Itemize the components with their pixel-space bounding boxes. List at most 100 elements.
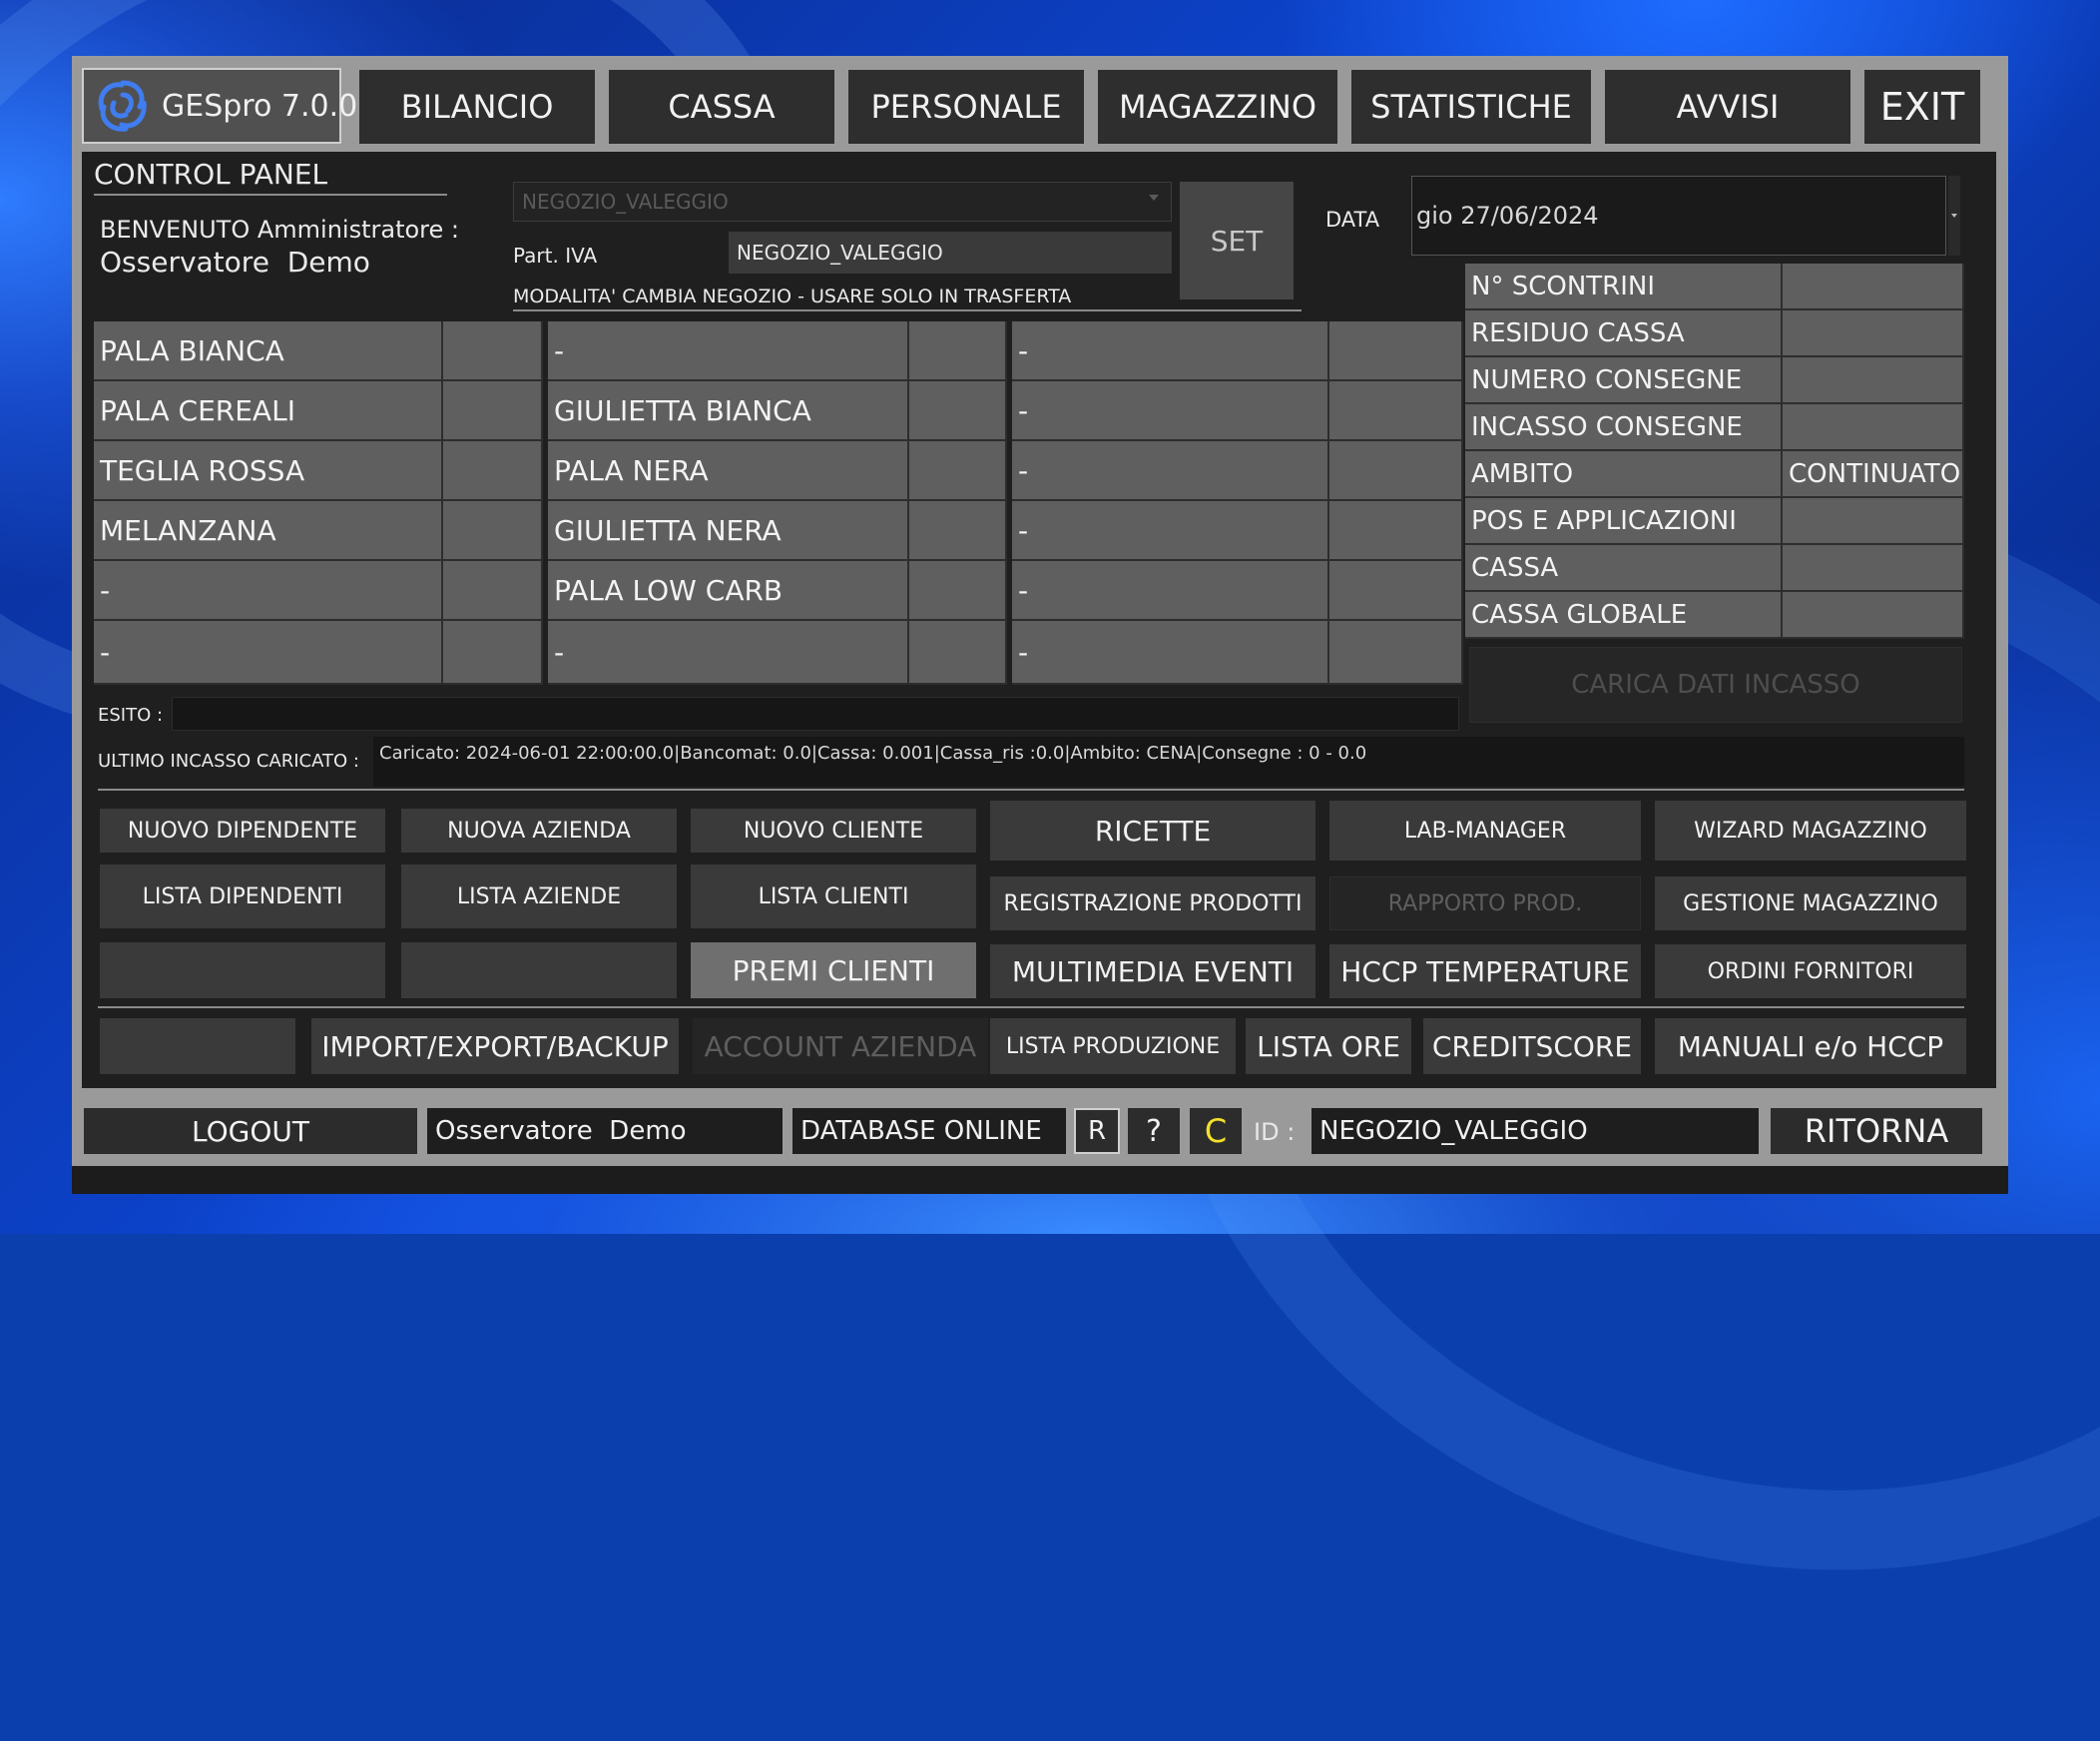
nav-cassa[interactable]: CASSA (609, 70, 834, 144)
ordini-fornitori-button[interactable]: ORDINI FORNITORI (1655, 944, 1966, 998)
empty-button-3[interactable] (100, 1018, 295, 1074)
hccp-temperature-button[interactable]: HCCP TEMPERATURE (1329, 944, 1641, 998)
product-cell[interactable]: - (1012, 561, 1329, 621)
product-qty[interactable] (1329, 441, 1463, 501)
product-qty[interactable] (909, 381, 1007, 441)
stat-label: AMBITO (1465, 451, 1783, 498)
nuovo-dipendente-button[interactable]: NUOVO DIPENDENTE (100, 809, 385, 853)
product-qty[interactable] (909, 621, 1007, 685)
product-cell[interactable]: TEGLIA ROSSA (94, 441, 443, 501)
import-export-backup-button[interactable]: IMPORT/EXPORT/BACKUP (311, 1018, 679, 1074)
database-status-text: DATABASE ONLINE (800, 1116, 1042, 1146)
lista-ore-button[interactable]: LISTA ORE (1246, 1018, 1411, 1074)
stat-label: CASSA GLOBALE (1465, 592, 1783, 639)
logout-button[interactable]: LOGOUT (84, 1108, 417, 1154)
product-qty[interactable] (443, 561, 543, 621)
product-qty[interactable] (443, 441, 543, 501)
store-select[interactable]: NEGOZIO_VALEGGIO (513, 182, 1172, 222)
divider (98, 789, 1964, 791)
database-status: DATABASE ONLINE (792, 1108, 1066, 1154)
lista-aziende-button[interactable]: LISTA AZIENDE (401, 865, 677, 928)
lab-manager-button[interactable]: LAB-MANAGER (1329, 801, 1641, 861)
set-button[interactable]: SET (1180, 182, 1294, 299)
date-picker[interactable]: gio 27/06/2024 (1411, 176, 1946, 256)
lista-clienti-button[interactable]: LISTA CLIENTI (691, 865, 976, 928)
product-qty[interactable] (1329, 381, 1463, 441)
product-cell[interactable]: - (1012, 441, 1329, 501)
multimedia-eventi-button[interactable]: MULTIMEDIA EVENTI (990, 944, 1315, 998)
gestione-magazzino-button[interactable]: GESTIONE MAGAZZINO (1655, 876, 1966, 930)
product-cell[interactable]: - (548, 621, 909, 685)
mode-note-underline (513, 309, 1302, 311)
stat-value (1783, 357, 1964, 404)
rapporto-prod-button[interactable]: RAPPORTO PROD. (1329, 876, 1641, 930)
app-logo-button[interactable]: GESpro 7.0.0 (82, 68, 357, 144)
product-cell[interactable]: GIULIETTA BIANCA (548, 381, 909, 441)
product-cell[interactable]: PALA CEREALI (94, 381, 443, 441)
product-cell[interactable]: GIULIETTA NERA (548, 501, 909, 561)
manuali-hccp-button[interactable]: MANUALI e/o HCCP (1655, 1018, 1966, 1074)
nav-personale[interactable]: PERSONALE (848, 70, 1084, 144)
empty-button-2[interactable] (401, 942, 677, 998)
product-qty[interactable] (1329, 501, 1463, 561)
nav-magazzino[interactable]: MAGAZZINO (1098, 70, 1337, 144)
registrazione-prodotti-button[interactable]: REGISTRAZIONE PRODOTTI (990, 876, 1315, 930)
ritorna-button[interactable]: RITORNA (1771, 1108, 1982, 1154)
r-button[interactable]: R (1074, 1108, 1120, 1154)
help-button[interactable]: ? (1128, 1108, 1180, 1154)
product-cell[interactable]: PALA NERA (548, 441, 909, 501)
empty-button-1[interactable] (100, 942, 385, 998)
wizard-magazzino-button[interactable]: WIZARD MAGAZZINO (1655, 801, 1966, 861)
lista-dipendenti-button[interactable]: LISTA DIPENDENTI (100, 865, 385, 928)
store-select-value: NEGOZIO_VALEGGIO (522, 190, 729, 214)
date-dropdown-button[interactable] (1948, 176, 1960, 256)
stat-value (1783, 264, 1964, 310)
date-label: DATA (1325, 208, 1380, 232)
piva-label: Part. IVA (513, 244, 598, 268)
nav-bilancio[interactable]: BILANCIO (359, 70, 595, 144)
product-qty[interactable] (909, 501, 1007, 561)
esito-field[interactable] (172, 697, 1459, 731)
product-qty[interactable] (443, 621, 543, 685)
stat-value: CONTINUATO (1783, 451, 1964, 498)
carica-dati-incasso-button[interactable]: CARICA DATI INCASSO (1469, 647, 1962, 723)
product-cell[interactable]: - (1012, 381, 1329, 441)
product-cell[interactable]: - (1012, 621, 1329, 685)
product-qty[interactable] (909, 561, 1007, 621)
stat-value (1783, 310, 1964, 357)
product-cell[interactable]: PALA BIANCA (94, 321, 443, 381)
product-qty[interactable] (443, 381, 543, 441)
product-qty[interactable] (1329, 561, 1463, 621)
product-grid: PALA BIANCA PALA CEREALI TEGLIA ROSSA ME… (94, 321, 1463, 689)
ricette-button[interactable]: RICETTE (990, 801, 1315, 861)
product-cell[interactable]: - (94, 561, 443, 621)
product-cell[interactable]: PALA LOW CARB (548, 561, 909, 621)
stat-label: N° SCONTRINI (1465, 264, 1783, 310)
premi-clienti-button[interactable]: PREMI CLIENTI (691, 942, 976, 998)
footer-user-field: Osservatore Demo (427, 1108, 783, 1154)
nuovo-cliente-button[interactable]: NUOVO CLIENTE (691, 809, 976, 853)
product-qty[interactable] (443, 501, 543, 561)
lista-produzione-button[interactable]: LISTA PRODUZIONE (990, 1018, 1236, 1074)
product-qty[interactable] (1329, 321, 1463, 381)
product-cell[interactable]: - (548, 321, 909, 381)
product-qty[interactable] (909, 441, 1007, 501)
product-cell[interactable]: MELANZANA (94, 501, 443, 561)
product-qty[interactable] (909, 321, 1007, 381)
chevron-down-icon (1149, 195, 1159, 201)
control-panel: CONTROL PANEL BENVENUTO Amministratore :… (82, 152, 1996, 1088)
c-button[interactable]: C (1190, 1108, 1242, 1154)
product-cell[interactable]: - (94, 621, 443, 685)
product-qty[interactable] (443, 321, 543, 381)
ultimo-incasso-label: ULTIMO INCASSO CARICATO : (98, 751, 359, 772)
nuova-azienda-button[interactable]: NUOVA AZIENDA (401, 809, 677, 853)
nav-statistiche[interactable]: STATISTICHE (1351, 70, 1591, 144)
product-qty[interactable] (1329, 621, 1463, 685)
product-cell[interactable]: - (1012, 501, 1329, 561)
creditscore-button[interactable]: CREDITSCORE (1423, 1018, 1641, 1074)
nav-avvisi[interactable]: AVVISI (1605, 70, 1850, 144)
product-cell[interactable]: - (1012, 321, 1329, 381)
piva-field[interactable]: NEGOZIO_VALEGGIO (729, 232, 1172, 274)
exit-button[interactable]: EXIT (1864, 70, 1980, 144)
account-azienda-button[interactable]: ACCOUNT AZIENDA (693, 1018, 988, 1074)
